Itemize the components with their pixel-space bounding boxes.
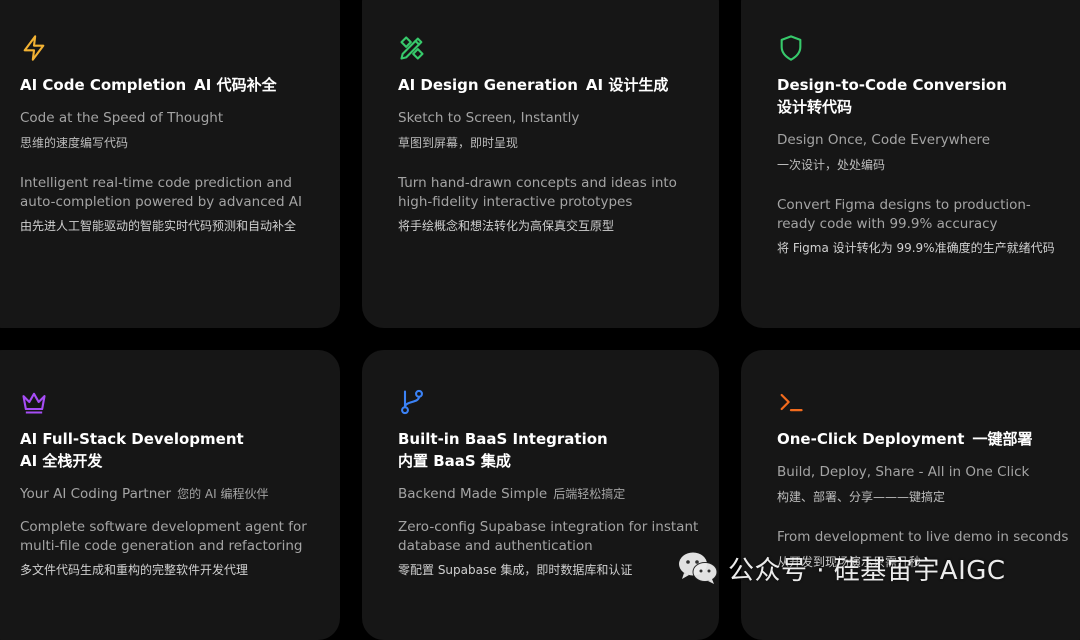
card-tagline: Code at the Speed of Thought: [20, 110, 224, 126]
card-description: Convert Figma designs to production-read…: [777, 197, 1031, 232]
feature-card-design-to-code: Design-to-Code Conversion 设计转代码 Design On…: [741, 0, 1080, 328]
card-title: One-Click Deployment 一键部署: [777, 430, 1033, 448]
card-title: AI Design Generation AI 设计生成: [398, 76, 669, 94]
card-title: AI Code Completion AI 代码补全: [20, 76, 277, 94]
terminal-icon: [777, 388, 807, 418]
card-description: From development to live demo in seconds: [777, 529, 1069, 545]
card-tagline: Sketch to Screen, Instantly: [398, 110, 580, 126]
card-tagline-zh: 构建、部署、分享———键搞定: [777, 490, 946, 504]
git-branch-icon: [398, 388, 428, 418]
card-tagline: Backend Made Simple 后端轻松搞定: [398, 486, 626, 502]
crown-icon: [20, 388, 50, 418]
shield-icon: [777, 34, 807, 64]
feature-card-baas: Built-in BaaS Integration 内置 BaaS 集成 Back…: [362, 350, 719, 640]
card-tagline-zh: 一次设计，处处编码: [777, 158, 886, 172]
card-title: Built-in BaaS Integration 内置 BaaS 集成: [398, 430, 608, 470]
card-description-zh: 由先进人工智能驱动的智能实时代码预测和自动补全: [20, 219, 297, 233]
card-tagline-zh: 思维的速度编写代码: [20, 136, 129, 150]
card-description: Zero-config Supabase integration for ins…: [398, 519, 699, 554]
feature-card-full-stack: AI Full-Stack Development AI 全栈开发 Your AI…: [0, 350, 340, 640]
card-tagline: Your AI Coding Partner 您的 AI 编程伙伴: [20, 486, 269, 502]
card-description: Complete software development agent for …: [20, 519, 307, 554]
card-description: Intelligent real-time code prediction an…: [20, 175, 303, 210]
lightning-bolt-icon: [20, 34, 50, 64]
feature-card-code-completion: AI Code Completion AI 代码补全 Code at the Sp…: [0, 0, 340, 328]
card-description: Turn hand-drawn concepts and ideas into …: [398, 175, 677, 210]
card-title: Design-to-Code Conversion 设计转代码: [777, 76, 1007, 116]
card-title: AI Full-Stack Development AI 全栈开发: [20, 430, 244, 470]
card-tagline-zh: 草图到屏幕，即时呈现: [398, 136, 519, 150]
design-tools-icon: [398, 34, 428, 64]
card-description-zh: 将手绘概念和想法转化为高保真交互原型: [398, 219, 615, 233]
watermark-text: 公众号 · 硅基宙宇AIGC: [728, 555, 1006, 586]
feature-card-deployment: One-Click Deployment 一键部署 Build, Deploy, …: [741, 350, 1080, 640]
wechat-icon: [676, 550, 720, 586]
card-description-zh: 将 Figma 设计转化为 99.9%准确度的生产就绪代码: [777, 241, 1055, 255]
card-description-zh: 多文件代码生成和重构的完整软件开发代理: [20, 563, 249, 577]
feature-card-design-generation: AI Design Generation AI 设计生成 Sketch to Sc…: [362, 0, 719, 328]
card-tagline: Build, Deploy, Share - All in One Click: [777, 464, 1030, 480]
wechat-watermark: 公众号 · 硅基宙宇AIGC: [676, 548, 1006, 588]
card-tagline: Design Once, Code Everywhere: [777, 132, 991, 148]
card-description-zh: 零配置 Supabase 集成，即时数据库和认证: [398, 563, 633, 577]
